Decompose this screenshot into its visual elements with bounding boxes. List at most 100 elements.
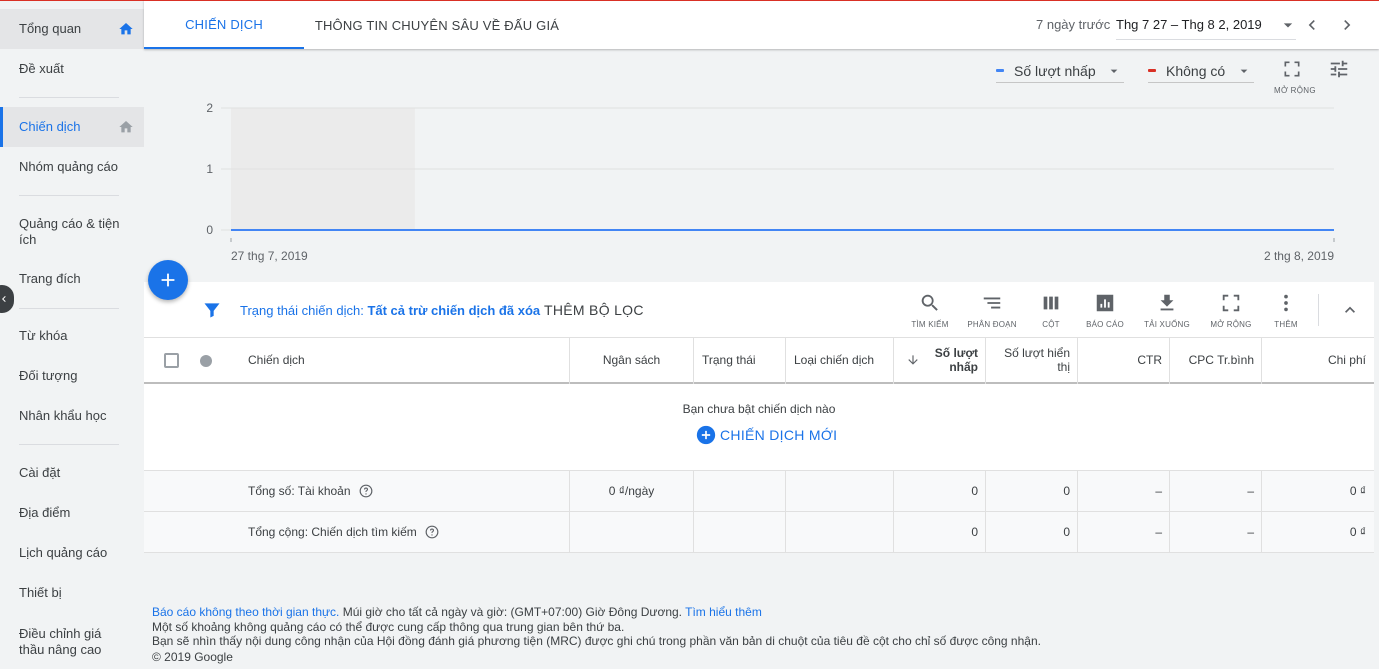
new-campaign-button[interactable]: CHIẾN DỊCH MỚI	[696, 424, 837, 446]
help-icon[interactable]	[425, 525, 439, 539]
totals-row-search: Tổng cộng: Chiến dịch tìm kiếm 0 0 – – 0…	[144, 512, 1374, 553]
previous-period-icon[interactable]	[1302, 15, 1322, 35]
dropdown-arrow-icon[interactable]	[1278, 15, 1298, 35]
table-header-row: Chiến dịch Ngân sách Trạng thái Loại chi…	[144, 338, 1374, 384]
sidebar-item-keywords[interactable]: Từ khóa	[0, 316, 144, 356]
col-separator	[1261, 338, 1262, 384]
sidebar-item-overview[interactable]: Tổng quan	[0, 9, 144, 49]
columns-icon	[1043, 296, 1059, 310]
col-header-status[interactable]: Trạng thái	[694, 338, 786, 382]
sort-arrow-down-icon[interactable]	[906, 353, 920, 367]
totals-clicks: 0	[971, 484, 978, 498]
totals-ctr: –	[1155, 484, 1162, 498]
expand-icon	[1222, 294, 1240, 312]
download-icon	[1160, 294, 1174, 311]
sidebar-item-ads-extensions[interactable]: Quảng cáo & tiện ích	[0, 209, 144, 255]
sidebar-item-label: Đối tượng	[19, 368, 78, 383]
tab-campaigns[interactable]: CHIẾN DỊCH	[144, 1, 304, 49]
totals-avg-cpc: –	[1247, 484, 1254, 498]
sidebar-item-landing-pages[interactable]: Trang đích	[0, 259, 144, 299]
totals-clicks: 0	[971, 525, 978, 539]
col-header-cost[interactable]: Chi phí	[1262, 338, 1374, 382]
reports-tool-button[interactable]: BÁO CÁO	[1075, 292, 1135, 329]
select-all-checkbox[interactable]	[164, 353, 179, 368]
col-header-type[interactable]: Loại chiến dịch	[786, 338, 894, 382]
next-period-icon[interactable]	[1337, 15, 1357, 35]
totals-cost: 0 ₫	[1349, 525, 1366, 539]
realtime-notice-link[interactable]: Báo cáo không theo thời gian thực.	[152, 605, 339, 619]
filter-toolbar: Trạng thái chiến dịch: Tất cả trừ chiến …	[144, 282, 1374, 338]
sidebar-item-ad-groups[interactable]: Nhóm quảng cáo	[0, 147, 144, 187]
add-filter-button[interactable]: THÊM BỘ LỌC	[544, 302, 644, 318]
copyright: © 2019 Google	[152, 649, 233, 664]
date-range-select[interactable]: Thg 7 27 – Thg 8 2, 2019	[1116, 17, 1296, 32]
expand-table-button[interactable]: MỞ RỘNG	[1201, 292, 1261, 329]
report-icon	[1096, 294, 1114, 312]
status-filter-chip[interactable]: Trạng thái chiến dịch: Tất cả trừ chiến …	[240, 303, 540, 318]
sidebar-item-demographics[interactable]: Nhân khẩu học	[0, 396, 144, 436]
sidebar-item-label: Thiết bị	[19, 585, 62, 600]
sidebar-item-label: Nhân khẩu học	[19, 408, 107, 423]
col-header-impressions[interactable]: Số lượt hiển thị	[986, 338, 1078, 382]
totals-label-cell: Tổng số: Tài khoản	[240, 471, 560, 511]
sidebar: Tổng quan Đề xuất Chiến dịch Nhóm quảng …	[0, 0, 144, 669]
sidebar-item-recommendations[interactable]: Đề xuất	[0, 49, 144, 89]
sidebar-item-label: Nhóm quảng cáo	[19, 159, 119, 174]
add-campaign-fab[interactable]	[148, 260, 188, 300]
col-header-campaign[interactable]: Chiến dịch	[240, 338, 560, 382]
tool-label: THÊM	[1274, 320, 1298, 329]
chevron-up-icon[interactable]	[1340, 300, 1360, 320]
col-header-clicks[interactable]: Số lượt nhấp	[920, 338, 986, 382]
sidebar-item-label: Điều chỉnh giá thầu nâng cao	[19, 626, 102, 657]
sidebar-divider	[19, 195, 119, 196]
filter-icon[interactable]	[202, 300, 222, 320]
sidebar-item-label: Quảng cáo & tiện ích	[19, 216, 120, 247]
tool-label: TẢI XUỐNG	[1144, 320, 1190, 329]
tool-label: PHÂN ĐOẠN	[967, 320, 1017, 329]
chart-area: Số lượt nhấp Không có MỞ RỘNG 0 1 2 27 thg …	[144, 49, 1379, 281]
sidebar-item-locations[interactable]: Địa điểm	[0, 493, 144, 533]
segment-tool-button[interactable]: PHÂN ĐOẠN	[962, 292, 1022, 329]
col-separator	[569, 471, 570, 553]
chevron-left-icon	[2, 296, 6, 302]
sidebar-item-label: Lịch quảng cáo	[19, 545, 108, 560]
toolbar-divider	[1318, 294, 1319, 326]
download-tool-button[interactable]: TẢI XUỐNG	[1137, 292, 1197, 329]
performance-chart: 0 1 2 27 thg 7, 2019 2 thg 8, 2019	[206, 101, 1335, 263]
sidebar-divider	[19, 308, 119, 309]
col-header-avg-cpc[interactable]: CPC Tr.bình	[1170, 338, 1262, 382]
learn-more-link[interactable]: Tìm hiểu thêm	[685, 605, 762, 619]
col-header-budget[interactable]: Ngân sách	[570, 338, 693, 382]
x-tick-label: 2 thg 8, 2019	[1264, 249, 1334, 263]
y-tick-label: 2	[206, 101, 213, 115]
col-separator	[985, 471, 986, 553]
totals-row-account: Tổng số: Tài khoản 0 ₫/ngày 0 0 – – 0 ₫	[144, 471, 1374, 512]
sidebar-item-campaigns[interactable]: Chiến dịch	[0, 107, 144, 147]
sidebar-item-label: Đề xuất	[19, 61, 64, 76]
columns-tool-button[interactable]: CỘT	[1021, 292, 1081, 329]
col-separator	[1169, 471, 1170, 553]
sidebar-item-devices[interactable]: Thiết bị	[0, 573, 144, 613]
sidebar-item-label: Tổng quan	[19, 21, 82, 36]
sidebar-item-settings[interactable]: Cài đặt	[0, 453, 144, 493]
sidebar-item-label: Cài đặt	[19, 465, 61, 480]
sidebar-item-label: Từ khóa	[19, 328, 68, 343]
tool-label: BÁO CÁO	[1086, 320, 1124, 329]
totals-label-cell: Tổng cộng: Chiến dịch tìm kiếm	[240, 512, 560, 552]
col-header-ctr[interactable]: CTR	[1078, 338, 1170, 382]
more-tool-button[interactable]: THÊM	[1256, 292, 1316, 329]
totals-budget	[570, 512, 693, 552]
help-icon[interactable]	[359, 484, 373, 498]
tab-auction-insights[interactable]: THÔNG TIN CHUYÊN SÂU VỀ ĐẤU GIÁ	[312, 1, 562, 49]
tool-label: TÌM KIẾM	[911, 320, 949, 329]
new-campaign-label: CHIẾN DỊCH MỚI	[720, 427, 838, 443]
sidebar-item-audiences[interactable]: Đối tượng	[0, 356, 144, 396]
sidebar-item-advanced-bid-adjustments[interactable]: Điều chỉnh giá thầu nâng cao	[0, 619, 144, 665]
col-separator	[693, 338, 694, 384]
col-separator	[569, 338, 570, 384]
col-separator	[785, 338, 786, 384]
totals-label: Tổng cộng: Chiến dịch tìm kiếm	[248, 525, 417, 539]
search-tool-button[interactable]: TÌM KIẾM	[900, 292, 960, 329]
col-separator	[785, 471, 786, 553]
sidebar-item-ad-schedule[interactable]: Lịch quảng cáo	[0, 533, 144, 573]
